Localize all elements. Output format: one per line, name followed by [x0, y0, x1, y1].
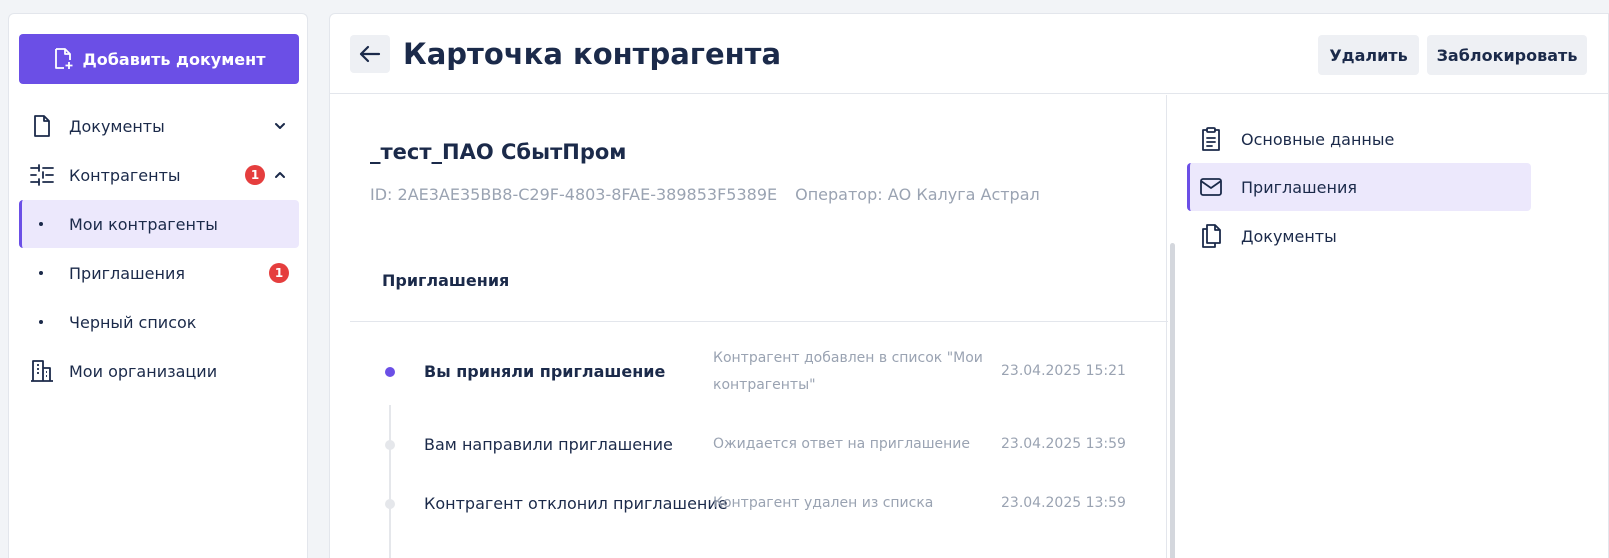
sidebar-item-counterparties[interactable]: Контрагенты 1 — [19, 151, 299, 199]
bullet-icon — [39, 222, 43, 226]
add-document-button[interactable]: Добавить документ — [19, 34, 299, 84]
event-description: Ожидается ответ на приглашение — [713, 436, 971, 452]
sidebar-subitem-label: Черный список — [69, 312, 197, 332]
timeline-dot-icon — [385, 440, 395, 450]
file-icon — [29, 113, 55, 139]
file-add-icon — [54, 48, 73, 69]
arrow-left-icon — [359, 45, 381, 63]
notification-badge: 1 — [245, 165, 265, 185]
delete-button[interactable]: Удалить — [1318, 35, 1419, 75]
event-title: Вы приняли приглашение — [424, 362, 666, 381]
counterparties-icon — [29, 162, 55, 188]
sidebar-subitem-blacklist[interactable]: Черный список — [19, 298, 299, 346]
sidebar-subitem-label: Приглашения — [69, 263, 185, 283]
sidebar-item-label: Контрагенты — [69, 165, 181, 185]
organization-name: _тест_ПАО СбытПром — [370, 140, 627, 164]
organization-id: ID: 2AE3AE35BB8-C29F-4803-8FAE-389853F53… — [370, 185, 778, 204]
divider — [350, 321, 1168, 322]
clipboard-icon — [1199, 127, 1223, 151]
sidebar-item-my-organizations[interactable]: Мои организации — [19, 347, 299, 395]
sidebar-subitem-invitations[interactable]: Приглашения 1 — [19, 249, 299, 297]
bullet-icon — [39, 320, 43, 324]
sidebar-subitem-label: Мои контрагенты — [69, 214, 218, 234]
nav-item-label: Документы — [1241, 226, 1337, 246]
timeline-line — [389, 405, 391, 558]
event-description: Контрагент удален из списка — [713, 495, 934, 511]
documents-icon — [1199, 224, 1223, 248]
event-description: Контрагент добавлен в список "Мои контра… — [713, 350, 983, 393]
card-section-nav: Основные данные Приглашения Документы — [1166, 95, 1609, 558]
mail-icon — [1199, 175, 1223, 199]
invitations-section-title: Приглашения — [382, 271, 510, 290]
nav-item-label: Приглашения — [1241, 177, 1357, 197]
sidebar-item-label: Документы — [69, 116, 165, 136]
bullet-icon — [39, 271, 43, 275]
sidebar: Добавить документ Документы Контрагенты … — [8, 13, 308, 558]
timeline-dot-icon — [385, 499, 395, 509]
building-icon — [29, 358, 55, 384]
nav-item-main-data[interactable]: Основные данные — [1187, 115, 1531, 163]
sidebar-item-label: Мои организации — [69, 361, 218, 381]
organization-operator: Оператор: АО Калуга Астрал — [795, 185, 1040, 204]
sidebar-subitem-my-counterparties[interactable]: Мои контрагенты — [19, 200, 299, 248]
card-content: _тест_ПАО СбытПром ID: 2AE3AE35BB8-C29F-… — [330, 95, 1200, 558]
counterparty-card: Карточка контрагента Удалить Заблокирова… — [329, 13, 1609, 558]
event-title: Контрагент отклонил приглашение — [424, 494, 728, 513]
add-document-label: Добавить документ — [82, 49, 266, 69]
event-date: 23.04.2025 13:59 — [1001, 495, 1126, 511]
nav-item-invitations[interactable]: Приглашения — [1187, 163, 1531, 211]
chevron-up-icon[interactable] — [273, 168, 287, 182]
notification-badge: 1 — [269, 263, 289, 283]
event-date: 23.04.2025 15:21 — [1001, 363, 1126, 379]
nav-item-label: Основные данные — [1241, 129, 1395, 149]
timeline-dot-icon — [385, 367, 395, 377]
organization-meta: ID: 2AE3AE35BB8-C29F-4803-8FAE-389853F53… — [370, 185, 1040, 204]
nav-item-documents[interactable]: Документы — [1187, 212, 1531, 260]
page-header: Карточка контрагента Удалить Заблокирова… — [330, 14, 1609, 94]
chevron-down-icon[interactable] — [273, 119, 287, 133]
block-button[interactable]: Заблокировать — [1427, 35, 1587, 75]
back-button[interactable] — [350, 35, 390, 73]
page-title: Карточка контрагента — [403, 37, 782, 71]
sidebar-item-documents[interactable]: Документы — [19, 102, 299, 150]
event-title: Вам направили приглашение — [424, 435, 673, 454]
event-date: 23.04.2025 13:59 — [1001, 436, 1126, 452]
